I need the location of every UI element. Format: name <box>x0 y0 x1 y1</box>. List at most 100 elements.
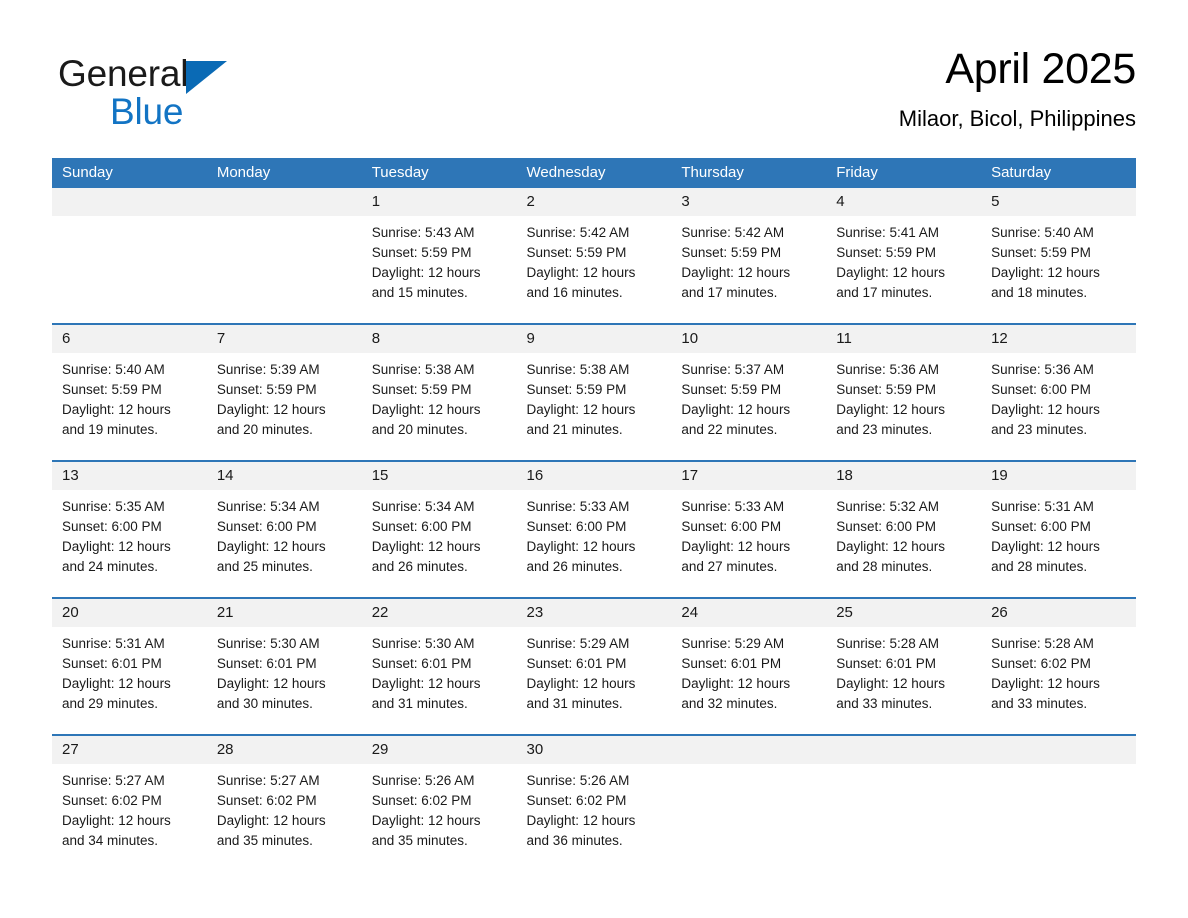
day-cell[interactable]: 27 Sunrise: 5:27 AM Sunset: 6:02 PM Dayligh… <box>52 734 207 871</box>
day-cell[interactable]: 18 Sunrise: 5:32 AM Sunset: 6:00 PM Dayligh… <box>826 460 982 597</box>
daylight-duration-line1: Daylight: 12 hours <box>836 676 946 691</box>
day-cell[interactable]: 15 Sunrise: 5:34 AM Sunset: 6:00 PM Dayligh… <box>361 460 517 597</box>
daylight-duration-line1: Daylight: 12 hours <box>681 676 791 691</box>
calendar-week-row: 20 Sunrise: 5:31 AM Sunset: 6:01 PM Dayligh… <box>52 597 1136 734</box>
day-details: Sunrise: 5:33 AM Sunset: 6:00 PM Daylight:… <box>671 490 826 577</box>
calendar-cell: 5 Sunrise: 5:40 AM Sunset: 5:59 PM Daylight… <box>981 188 1136 323</box>
day-cell[interactable]: 30 Sunrise: 5:26 AM Sunset: 6:02 PM Dayligh… <box>516 734 672 871</box>
day-details: Sunrise: 5:30 AM Sunset: 6:01 PM Daylight:… <box>207 627 362 714</box>
sunset-time: Sunset: 6:02 PM <box>371 793 472 808</box>
day-number <box>52 188 207 216</box>
calendar-cell: 28 Sunrise: 5:27 AM Sunset: 6:02 PM Dayligh… <box>206 734 362 871</box>
calendar-page: General Blue April 2025 Milaor, Bicol, P… <box>0 0 1188 918</box>
daylight-duration-line2: and 25 minutes. <box>216 559 313 574</box>
generalblue-logo[interactable]: General Blue <box>58 52 358 138</box>
day-cell[interactable]: 23 Sunrise: 5:29 AM Sunset: 6:01 PM Dayligh… <box>516 597 672 734</box>
day-cell[interactable]: 12 Sunrise: 5:36 AM Sunset: 6:00 PM Dayligh… <box>981 323 1136 460</box>
sunset-time: Sunset: 6:01 PM <box>371 656 472 671</box>
day-cell[interactable]: 5 Sunrise: 5:40 AM Sunset: 5:59 PM Daylight… <box>981 188 1136 323</box>
sunrise-time: Sunrise: 5:36 AM <box>836 362 940 377</box>
day-cell[interactable]: 7 Sunrise: 5:39 AM Sunset: 5:59 PM Daylight… <box>206 323 362 460</box>
day-details: Sunrise: 5:36 AM Sunset: 5:59 PM Daylight:… <box>826 353 981 440</box>
triangle-icon <box>186 61 228 94</box>
day-number: 25 <box>826 599 982 627</box>
sunrise-time: Sunrise: 5:34 AM <box>371 499 475 514</box>
day-cell-empty <box>52 188 207 323</box>
sunrise-time: Sunrise: 5:39 AM <box>216 362 320 377</box>
sunset-time: Sunset: 6:00 PM <box>991 382 1091 397</box>
day-details: Sunrise: 5:28 AM Sunset: 6:01 PM Daylight:… <box>826 627 981 714</box>
sunrise-time: Sunrise: 5:30 AM <box>371 636 475 651</box>
day-cell[interactable]: 11 Sunrise: 5:36 AM Sunset: 5:59 PM Dayligh… <box>826 323 982 460</box>
sunrise-time: Sunrise: 5:36 AM <box>991 362 1094 377</box>
day-cell[interactable]: 29 Sunrise: 5:26 AM Sunset: 6:02 PM Dayligh… <box>361 734 517 871</box>
sunset-time: Sunset: 6:01 PM <box>836 656 937 671</box>
daylight-duration-line2: and 30 minutes. <box>216 696 313 711</box>
day-details: Sunrise: 5:27 AM Sunset: 6:02 PM Daylight:… <box>207 764 362 851</box>
day-details: Sunrise: 5:36 AM Sunset: 6:00 PM Daylight:… <box>981 353 1136 440</box>
day-cell[interactable]: 1 Sunrise: 5:43 AM Sunset: 5:59 PM Daylight… <box>361 188 517 323</box>
day-number: 22 <box>361 599 517 627</box>
day-cell[interactable]: 22 Sunrise: 5:30 AM Sunset: 6:01 PM Dayligh… <box>361 597 517 734</box>
daylight-duration-line1: Daylight: 12 hours <box>526 813 636 828</box>
day-cell[interactable]: 9 Sunrise: 5:38 AM Sunset: 5:59 PM Daylight… <box>516 323 672 460</box>
day-cell[interactable]: 8 Sunrise: 5:38 AM Sunset: 5:59 PM Daylight… <box>361 323 517 460</box>
day-cell[interactable]: 19 Sunrise: 5:31 AM Sunset: 6:00 PM Dayligh… <box>981 460 1136 597</box>
day-cell[interactable]: 17 Sunrise: 5:33 AM Sunset: 6:00 PM Dayligh… <box>671 460 827 597</box>
day-details: Sunrise: 5:27 AM Sunset: 6:02 PM Daylight:… <box>52 764 207 851</box>
day-number: 21 <box>206 599 362 627</box>
day-number: 5 <box>981 188 1136 216</box>
sunset-time: Sunset: 5:59 PM <box>836 382 937 397</box>
day-details: Sunrise: 5:42 AM Sunset: 5:59 PM Daylight:… <box>517 216 672 303</box>
weekday-header-sunday: Sunday <box>52 158 207 188</box>
day-cell[interactable]: 14 Sunrise: 5:34 AM Sunset: 6:00 PM Dayligh… <box>206 460 362 597</box>
sunset-time: Sunset: 6:02 PM <box>216 793 317 808</box>
sunset-time: Sunset: 6:00 PM <box>62 519 162 534</box>
calendar-week-row: 6 Sunrise: 5:40 AM Sunset: 5:59 PM Daylight… <box>52 323 1136 460</box>
day-number: 26 <box>981 599 1136 627</box>
daylight-duration-line2: and 26 minutes. <box>371 559 468 574</box>
day-cell[interactable]: 2 Sunrise: 5:42 AM Sunset: 5:59 PM Daylight… <box>516 188 672 323</box>
day-cell[interactable]: 24 Sunrise: 5:29 AM Sunset: 6:01 PM Dayligh… <box>671 597 827 734</box>
daylight-duration-line1: Daylight: 12 hours <box>681 265 791 280</box>
day-cell[interactable]: 3 Sunrise: 5:42 AM Sunset: 5:59 PM Daylight… <box>671 188 827 323</box>
sunset-time: Sunset: 6:01 PM <box>216 656 317 671</box>
day-details: Sunrise: 5:30 AM Sunset: 6:01 PM Daylight:… <box>362 627 517 714</box>
daylight-duration-line1: Daylight: 12 hours <box>62 402 171 417</box>
day-cell[interactable]: 28 Sunrise: 5:27 AM Sunset: 6:02 PM Dayligh… <box>206 734 362 871</box>
daylight-duration-line1: Daylight: 12 hours <box>836 265 946 280</box>
sunrise-time: Sunrise: 5:43 AM <box>371 225 475 240</box>
sunset-time: Sunset: 6:02 PM <box>991 656 1091 671</box>
daylight-duration-line2: and 19 minutes. <box>62 422 159 437</box>
daylight-duration-line1: Daylight: 12 hours <box>991 676 1100 691</box>
day-cell[interactable]: 16 Sunrise: 5:33 AM Sunset: 6:00 PM Dayligh… <box>516 460 672 597</box>
daylight-duration-line2: and 21 minutes. <box>526 422 623 437</box>
day-cell[interactable]: 6 Sunrise: 5:40 AM Sunset: 5:59 PM Daylight… <box>52 323 207 460</box>
day-details: Sunrise: 5:34 AM Sunset: 6:00 PM Daylight:… <box>207 490 362 577</box>
calendar-cell: 13 Sunrise: 5:35 AM Sunset: 6:00 PM Dayligh… <box>52 460 207 597</box>
day-cell[interactable]: 10 Sunrise: 5:37 AM Sunset: 5:59 PM Dayligh… <box>671 323 827 460</box>
day-cell[interactable]: 20 Sunrise: 5:31 AM Sunset: 6:01 PM Dayligh… <box>52 597 207 734</box>
day-details: Sunrise: 5:38 AM Sunset: 5:59 PM Daylight:… <box>517 353 672 440</box>
day-details: Sunrise: 5:35 AM Sunset: 6:00 PM Daylight:… <box>52 490 207 577</box>
day-number: 20 <box>52 599 207 627</box>
weekday-header-thursday: Thursday <box>671 158 827 188</box>
daylight-duration-line2: and 23 minutes. <box>991 422 1088 437</box>
sunrise-time: Sunrise: 5:34 AM <box>216 499 320 514</box>
day-number: 27 <box>52 736 207 764</box>
day-cell-empty <box>981 734 1136 871</box>
daylight-duration-line2: and 32 minutes. <box>681 696 778 711</box>
day-cell[interactable]: 4 Sunrise: 5:41 AM Sunset: 5:59 PM Daylight… <box>826 188 982 323</box>
day-cell[interactable]: 13 Sunrise: 5:35 AM Sunset: 6:00 PM Dayligh… <box>52 460 207 597</box>
day-cell[interactable]: 26 Sunrise: 5:28 AM Sunset: 6:02 PM Dayligh… <box>981 597 1136 734</box>
calendar-week-row: 27 Sunrise: 5:27 AM Sunset: 6:02 PM Dayligh… <box>52 734 1136 871</box>
day-cell[interactable]: 25 Sunrise: 5:28 AM Sunset: 6:01 PM Dayligh… <box>826 597 982 734</box>
weekday-header-monday: Monday <box>206 158 362 188</box>
daylight-duration-line1: Daylight: 12 hours <box>991 539 1100 554</box>
day-details: Sunrise: 5:40 AM Sunset: 5:59 PM Daylight:… <box>981 216 1136 303</box>
daylight-duration-line2: and 23 minutes. <box>836 422 933 437</box>
day-cell[interactable]: 21 Sunrise: 5:30 AM Sunset: 6:01 PM Dayligh… <box>206 597 362 734</box>
day-number: 17 <box>671 462 827 490</box>
day-number: 10 <box>671 325 827 353</box>
daylight-duration-line2: and 36 minutes. <box>526 833 623 848</box>
